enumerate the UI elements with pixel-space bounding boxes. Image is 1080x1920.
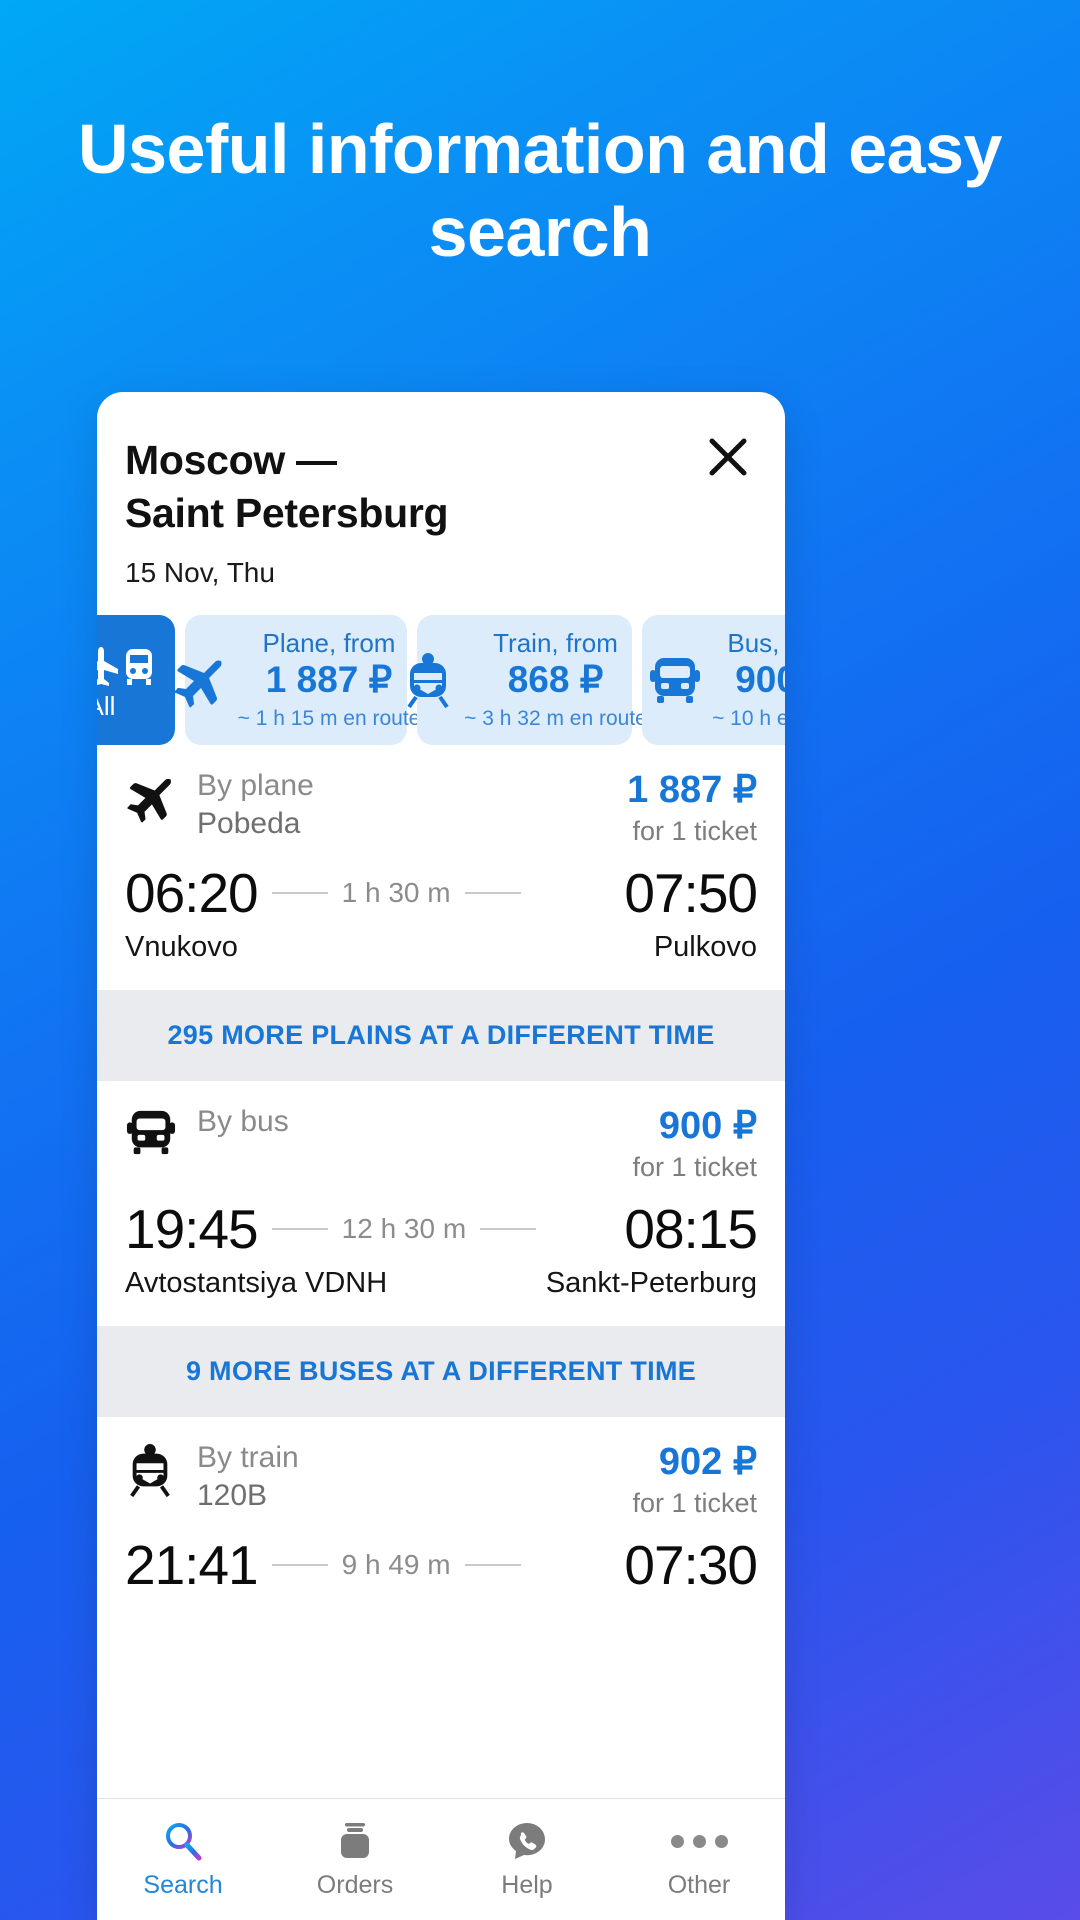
result-row-train[interactable]: By train 120B 902 ₽ for 1 ticket 21:41 9…	[97, 1417, 785, 1624]
route-date: 15 Nov, Thu	[125, 556, 275, 588]
arrive-place: Pulkovo	[653, 931, 757, 964]
nav-item-help[interactable]: Help	[441, 1819, 613, 1900]
tab-plane-duration: ~ 1 h 15 m en route	[237, 707, 421, 731]
close-icon	[707, 436, 749, 478]
result-mode: By bus	[197, 1105, 289, 1139]
result-row-plane[interactable]: By plane Pobeda 1 887 ₽ for 1 ticket 06:…	[97, 745, 785, 991]
bus-icon	[125, 1103, 179, 1157]
line-divider	[271, 1228, 328, 1231]
arrive-time: 08:15	[624, 1198, 758, 1261]
route-title: Moscow — Saint Petersburg	[125, 434, 665, 541]
result-mode: By plane	[197, 769, 314, 803]
result-price: 902 ₽	[658, 1441, 757, 1484]
plane-icon	[172, 652, 228, 708]
tab-bus-title: Bus, from	[727, 627, 785, 658]
arrive-place: Sankt-Peterburg	[545, 1267, 757, 1300]
more-plains-link[interactable]: 295 MORE PLAINS AT A DIFFERENT TIME	[97, 990, 785, 1082]
bus-icon	[648, 654, 702, 706]
result-mode: By train	[197, 1441, 299, 1475]
depart-time: 06:20	[125, 862, 259, 925]
result-price-note: for 1 ticket	[632, 1152, 757, 1183]
arrive-time: 07:30	[624, 1534, 758, 1597]
tab-train[interactable]: Train, from 868 ₽ ~ 3 h 32 m en route	[407, 614, 647, 746]
depart-place: Avtostantsiya VDNH	[125, 1267, 388, 1300]
phone-mockup: Moscow — Saint Petersburg 15 Nov, Thu ll…	[97, 392, 785, 1920]
line-divider	[464, 1564, 521, 1567]
result-price-note: for 1 ticket	[632, 1488, 757, 1519]
result-carrier: 120B	[197, 1478, 268, 1512]
nav-label-help: Help	[501, 1871, 553, 1899]
train-icon	[125, 1439, 179, 1498]
page-title: Useful information and easy search	[78, 110, 1002, 271]
transport-mode-tabs: All Plane, from 1 887 ₽ ~ 1 h 15 m en ro…	[97, 614, 785, 746]
close-button[interactable]	[705, 434, 751, 480]
tab-plane[interactable]: Plane, from 1 887 ₽ ~ 1 h 15 m en route	[174, 614, 420, 746]
tab-bus-duration: ~ 10 h en route	[712, 707, 785, 731]
phone-bubble-icon	[506, 1819, 548, 1863]
tab-plane-price: 1 887 ₽	[265, 659, 393, 701]
tab-train-duration: ~ 3 h 32 m en route	[464, 707, 647, 731]
briefcase-icon	[334, 1819, 376, 1863]
result-row-bus[interactable]: By bus 900 ₽ for 1 ticket 19:45 12 h 30 …	[97, 1081, 785, 1327]
train-icon	[402, 652, 454, 708]
search-header: Moscow — Saint Petersburg 15 Nov, Thu	[97, 392, 785, 589]
result-price: 1 887 ₽	[627, 769, 757, 812]
trip-duration: 9 h 49 m	[341, 1549, 451, 1581]
line-divider	[271, 1564, 328, 1567]
result-price-note: for 1 ticket	[632, 816, 757, 847]
line-divider	[480, 1228, 537, 1231]
nav-item-other[interactable]: Other	[613, 1819, 785, 1900]
route-destination: Saint Petersburg	[125, 490, 449, 537]
tab-plane-title: Plane, from	[262, 627, 396, 658]
depart-time: 19:45	[125, 1198, 259, 1261]
tab-all-label: All	[97, 691, 116, 722]
more-buses-link[interactable]: 9 MORE BUSES AT A DIFFERENT TIME	[97, 1326, 785, 1418]
results-list: By plane Pobeda 1 887 ₽ for 1 ticket 06:…	[97, 745, 785, 1920]
bottom-navigation: Search Orders Help Other	[97, 1798, 785, 1920]
train-plane-bus-icon	[97, 641, 159, 687]
line-divider	[271, 892, 328, 895]
plane-icon	[125, 767, 179, 823]
depart-place: Vnukovo	[125, 931, 238, 964]
dots-icon	[670, 1819, 728, 1863]
result-carrier: Pobeda	[197, 806, 301, 840]
trip-duration: 1 h 30 m	[341, 877, 451, 909]
nav-label-search: Search	[143, 1871, 223, 1899]
route-origin: Moscow —	[125, 437, 337, 483]
nav-item-search[interactable]: Search	[97, 1819, 269, 1900]
nav-item-orders[interactable]: Orders	[269, 1819, 441, 1900]
nav-label-other: Other	[667, 1871, 731, 1899]
tab-train-title: Train, from	[493, 627, 618, 658]
depart-time: 21:41	[125, 1534, 259, 1597]
result-price: 900 ₽	[658, 1105, 757, 1148]
arrive-time: 07:50	[624, 862, 758, 925]
tab-all[interactable]: All	[97, 614, 175, 746]
search-icon	[162, 1819, 204, 1863]
trip-duration: 12 h 30 m	[341, 1213, 467, 1245]
tab-train-price: 868 ₽	[507, 659, 604, 701]
nav-label-orders: Orders	[316, 1871, 394, 1899]
tab-bus-price: 900 ₽	[735, 659, 785, 701]
line-divider	[464, 892, 521, 895]
tab-bus[interactable]: Bus, from 900 ₽ ~ 10 h en route	[642, 614, 785, 746]
